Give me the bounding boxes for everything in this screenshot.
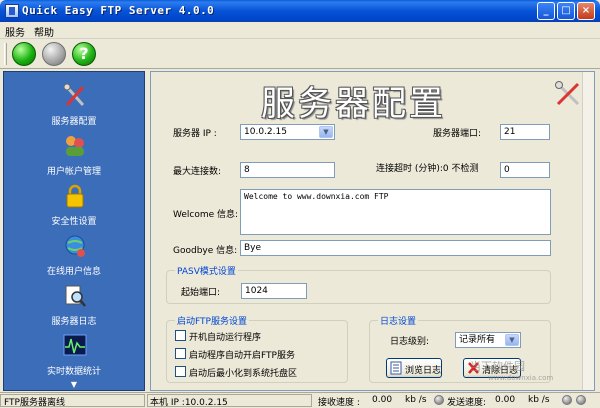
sidebar-item-user-accounts[interactable]: 用户帐户管理 bbox=[4, 127, 144, 177]
welcome-label: Welcome 信息: bbox=[173, 210, 239, 220]
sidebar-item-security[interactable]: 安全性设置 bbox=[4, 177, 144, 227]
goodbye-label: Goodbye 信息: bbox=[173, 246, 238, 256]
sidebar-scroll-down-icon[interactable]: ▼ bbox=[4, 380, 144, 390]
browse-log-label: 浏览日志 bbox=[405, 366, 442, 376]
page-title: 服务器配置 bbox=[261, 84, 446, 124]
sidebar-item-label: 服务器配置 bbox=[51, 117, 97, 127]
browse-log-button[interactable]: 浏览日志 bbox=[386, 358, 442, 378]
globe-users-icon bbox=[65, 235, 85, 257]
window-title: Quick Easy FTP Server 4.0.0 bbox=[22, 4, 215, 17]
server-status-text: FTP服务器离线 bbox=[4, 398, 65, 408]
users-icon bbox=[66, 136, 84, 156]
minimize-tray-checkbox[interactable] bbox=[175, 366, 186, 377]
start-port-input[interactable]: 1024 bbox=[241, 283, 307, 299]
sidebar-item-label: 用户帐户管理 bbox=[46, 167, 101, 177]
pasv-group: PASV模式设置 起始端口: 1024 bbox=[166, 264, 551, 304]
menu-bar: 服务 帮助 bbox=[0, 22, 600, 39]
start-server-button[interactable] bbox=[12, 42, 36, 66]
title-bar: Quick Easy FTP Server 4.0.0 _ □ × bbox=[0, 0, 600, 22]
auto-start-ftp-label: 启动程序自动开启FTP服务 bbox=[189, 351, 295, 361]
sidebar-item-label: 实时数据统计 bbox=[46, 367, 101, 377]
stats-icon bbox=[63, 334, 87, 356]
log-search-icon bbox=[65, 285, 86, 307]
log-level-select[interactable]: 记录所有 ▼ bbox=[455, 332, 521, 348]
help-button[interactable]: ? bbox=[72, 42, 96, 66]
recv-speed-value: 0.00 bbox=[372, 395, 393, 405]
send-speed-label: 发送速度: bbox=[447, 398, 487, 408]
recv-indicator-icon bbox=[434, 395, 444, 405]
pasv-group-title: PASV模式设置 bbox=[175, 264, 238, 277]
menu-service[interactable]: 服务 bbox=[5, 24, 25, 39]
server-port-input[interactable]: 21 bbox=[500, 124, 550, 140]
log-level-label: 日志级别: bbox=[390, 337, 430, 347]
watermark-text: 当下软件园 bbox=[470, 360, 525, 373]
chevron-down-icon: ▼ bbox=[505, 334, 519, 346]
menu-help[interactable]: 帮助 bbox=[34, 24, 54, 39]
minimize-button[interactable]: _ bbox=[537, 2, 555, 20]
vertical-scrollbar[interactable] bbox=[582, 72, 594, 390]
start-port-label: 起始端口: bbox=[181, 288, 221, 298]
sidebar-item-label: 安全性设置 bbox=[51, 217, 97, 227]
log-level-value: 记录所有 bbox=[459, 335, 496, 345]
sidebar-item-label: 服务器日志 bbox=[51, 317, 97, 327]
minimize-tray-label: 启动后最小化到系统托盘区 bbox=[189, 369, 298, 379]
autorun-label: 开机自动运行程序 bbox=[189, 333, 262, 343]
recv-speed-unit: kb /s bbox=[405, 395, 427, 405]
max-connections-input[interactable]: 8 bbox=[240, 162, 335, 178]
app-icon bbox=[5, 4, 19, 18]
watermark-url: www.downxia.com bbox=[488, 374, 554, 382]
server-port-label: 服务器端口: bbox=[433, 129, 482, 139]
maximize-button[interactable]: □ bbox=[557, 2, 575, 20]
close-button[interactable]: × bbox=[577, 2, 595, 20]
send-speed-unit: kb /s bbox=[528, 395, 550, 405]
document-icon bbox=[390, 361, 402, 375]
server-ip-value: 10.0.2.15 bbox=[244, 127, 287, 137]
connection-indicator-icon bbox=[576, 395, 586, 405]
tools-icon bbox=[555, 81, 580, 106]
max-connections-label: 最大连接数: bbox=[173, 167, 222, 177]
sidebar-item-server-log[interactable]: 服务器日志 bbox=[4, 277, 144, 327]
send-speed-value: 0.00 bbox=[495, 395, 516, 405]
server-config-panel: 服务器配置 服务器 IP : 10.0.2.15 ▼ 服务器端口: 21 最大连… bbox=[150, 71, 595, 391]
recv-speed-label: 接收速度 : bbox=[318, 398, 360, 408]
log-group-title: 日志设置 bbox=[378, 314, 419, 327]
autorun-checkbox[interactable] bbox=[175, 330, 186, 341]
welcome-textarea[interactable]: Welcome to www.downxia.com FTP bbox=[240, 189, 551, 235]
local-ip-text: 本机 IP :10.0.2.15 bbox=[150, 398, 228, 408]
status-bar: FTP服务器离线 本机 IP :10.0.2.15 接收速度 : 0.00 kb… bbox=[0, 392, 600, 408]
timeout-input[interactable]: 0 bbox=[500, 162, 550, 178]
startup-group: 启动FTP服务设置 开机自动运行程序 启动程序自动开启FTP服务 启动后最小化到… bbox=[166, 314, 348, 383]
startup-group-title: 启动FTP服务设置 bbox=[175, 314, 249, 327]
toolbar: ? bbox=[0, 39, 600, 69]
sidebar: 服务器配置 用户帐户管理 安全性设置 在线用户信息 服务器日志 实时数据统计 ▼ bbox=[3, 71, 145, 391]
lock-icon bbox=[66, 184, 84, 208]
watermark: 当下软件园 www.downxia.com bbox=[470, 358, 553, 382]
sidebar-item-online-users[interactable]: 在线用户信息 bbox=[4, 227, 144, 277]
toolbar-grip bbox=[4, 43, 7, 65]
sidebar-item-server-config[interactable]: 服务器配置 bbox=[4, 77, 144, 127]
server-ip-label: 服务器 IP : bbox=[173, 129, 217, 139]
server-ip-select[interactable]: 10.0.2.15 ▼ bbox=[240, 124, 335, 140]
auto-start-ftp-checkbox[interactable] bbox=[175, 348, 186, 359]
sidebar-item-label: 在线用户信息 bbox=[46, 267, 101, 277]
sidebar-item-realtime-stats[interactable]: 实时数据统计 bbox=[4, 327, 144, 377]
stop-server-button[interactable] bbox=[42, 42, 66, 66]
goodbye-input[interactable]: Bye bbox=[240, 240, 551, 256]
timeout-label: 连接超时 (分钟):0 不检测 bbox=[376, 164, 479, 174]
send-indicator-icon bbox=[562, 395, 572, 405]
tools-icon bbox=[63, 83, 85, 106]
chevron-down-icon: ▼ bbox=[319, 126, 333, 138]
